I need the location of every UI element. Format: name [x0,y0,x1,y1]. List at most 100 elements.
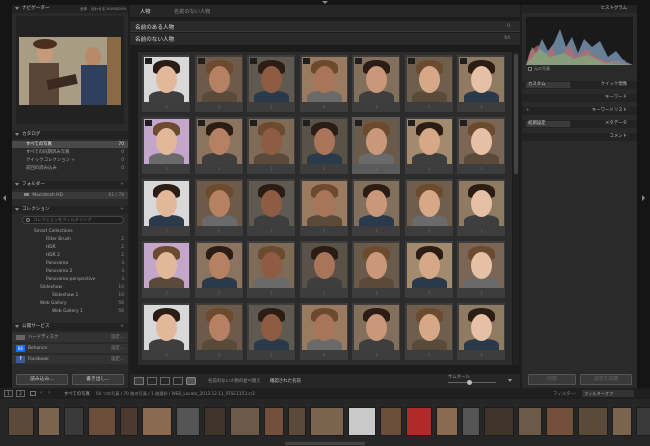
face-cell[interactable]: ? [194,303,244,361]
page-2-button[interactable]: 2 [16,390,25,397]
face-cell[interactable]: ? [247,55,296,113]
face-name-field[interactable]: ? [247,352,296,359]
unnamed-people-header[interactable]: 名前のない人物 64 [130,33,520,45]
face-name-field[interactable]: ? [195,104,244,111]
thumbnail-size-slider[interactable] [448,382,496,383]
face-cell[interactable]: ? [247,303,296,361]
face-cell[interactable]: ? [352,117,401,175]
face-name-field[interactable]: ? [457,166,506,173]
collection-item[interactable]: Slideshow 1 16 [12,292,128,299]
add-collection-icon[interactable]: + [120,206,124,214]
export-button[interactable]: 書き出し... [72,374,124,385]
filmstrip-thumbnail[interactable] [64,407,84,436]
navigator-preview[interactable] [16,16,124,124]
quick-develop-header[interactable]: カスタム クイック現像 [522,81,637,89]
face-name-field[interactable]: ? [300,290,349,297]
face-name-field[interactable]: ? [405,352,454,359]
catalog-item-synced[interactable]: すべての同期済み写真 0 [12,149,128,156]
add-folder-icon[interactable]: + [120,181,124,189]
face-name-field[interactable]: ? [247,104,296,111]
filmstrip-thumbnail[interactable] [348,407,376,436]
catalog-item-all-photos[interactable]: すべての写真 70 [12,141,128,148]
nav-mode-300[interactable]: 300% [116,5,126,13]
loupe-view-icon[interactable] [147,377,157,385]
collection-item[interactable]: Panorama 3 [12,260,128,267]
publish-hard-disk[interactable]: ハードディスク 設定... [12,333,128,342]
collection-item[interactable]: HDR 2 [12,244,128,251]
face-cell[interactable]: ? [352,55,401,113]
chevron-right-icon[interactable] [642,195,645,201]
face-cell[interactable]: ? [404,303,454,361]
face-name-field[interactable]: ? [457,104,506,111]
face-name-field[interactable]: ? [300,104,349,111]
collection-item[interactable]: Web Gallery 1 56 [12,308,128,315]
filmstrip-thumbnail[interactable] [462,407,480,436]
collection-set-smart[interactable]: Smart Collections [12,228,128,235]
face-cell[interactable]: ? [404,179,454,237]
catalog-item-quick-collection[interactable]: クイックコレクション + 0 [12,157,128,164]
face-cell[interactable]: ? [194,179,244,237]
navigator-header[interactable]: ナビゲーター 全体 合わせる 100% 300% [12,5,128,13]
filmstrip-thumbnail[interactable] [88,407,116,436]
face-cell[interactable]: ? [404,241,454,299]
keywording-header[interactable]: キーワード [522,94,637,102]
filmstrip-thumbnail[interactable] [142,407,172,436]
face-name-field[interactable]: ? [300,352,349,359]
face-name-field[interactable]: ? [142,290,191,297]
metadata-preset-select[interactable]: 初期設定 [526,121,570,127]
nav-mode-fill[interactable]: 合わせる [91,5,105,13]
face-cell[interactable]: ? [142,303,191,361]
face-cell[interactable]: ? [457,241,506,299]
face-name-field[interactable]: ? [457,290,506,297]
filmstrip-scrollbar[interactable] [285,442,365,445]
filmstrip-thumbnail[interactable] [518,407,542,436]
catalog-header[interactable]: カタログ [12,131,128,139]
face-name-field[interactable]: ? [352,352,401,359]
filter-select[interactable]: フィルターオフ [582,390,634,397]
face-name-field[interactable]: ? [142,352,191,359]
face-name-field[interactable]: ? [195,228,244,235]
filmstrip-thumbnail[interactable] [636,407,650,436]
histogram[interactable] [526,17,633,65]
compare-view-icon[interactable] [160,377,170,385]
face-cell[interactable]: ? [247,241,296,299]
filmstrip-thumbnail[interactable] [406,407,432,436]
face-cell[interactable]: ? [247,117,296,175]
import-button[interactable]: 読み込み... [16,374,68,385]
collections-header[interactable]: コレクション + [12,206,128,214]
face-name-field[interactable]: ? [352,166,401,173]
face-cell[interactable]: ? [352,241,401,299]
face-name-field[interactable]: ? [300,166,349,173]
face-name-field[interactable]: ? [457,352,506,359]
chevron-left-icon[interactable] [3,195,6,201]
filmstrip-thumbnail[interactable] [612,407,632,436]
face-cell[interactable]: ? [457,303,506,361]
chevron-down-icon[interactable] [508,379,512,382]
add-keyword-icon[interactable]: + [526,107,530,115]
filmstrip-thumbnail[interactable] [288,407,306,436]
face-name-field[interactable]: ? [457,228,506,235]
face-cell[interactable]: ? [142,241,191,299]
face-cell[interactable]: ? [194,117,244,175]
filmstrip-thumbnail[interactable] [578,407,608,436]
filmstrip-thumbnail[interactable] [176,407,200,436]
publish-facebook[interactable]: f Facebook 設定... [12,355,128,364]
filmstrip-path[interactable]: すべての写真 [64,391,90,397]
collection-item[interactable]: Slideshow 10 [12,284,128,291]
left-edge-bar[interactable] [0,5,12,388]
face-cell[interactable]: ? [404,55,454,113]
face-cell[interactable]: ? [352,303,401,361]
filmstrip-thumbnail[interactable] [230,407,260,436]
forward-arrow-icon[interactable]: › [48,390,50,396]
survey-view-icon[interactable] [173,377,183,385]
filmstrip-thumbnail[interactable] [484,407,514,436]
collection-item[interactable]: HDR 2 2 [12,252,128,259]
face-name-field[interactable]: ? [195,290,244,297]
slider-handle[interactable] [467,380,472,385]
catalog-item-previous-import[interactable]: 前回の読み込み 0 [12,165,128,172]
publish-setup-link[interactable]: 設定... [111,355,124,364]
face-cell[interactable]: ? [194,55,244,113]
sort-select[interactable]: 確認された名前 [270,378,301,384]
filmstrip-thumbnail[interactable] [38,407,60,436]
metadata-header[interactable]: 初期設定 メタデータ [522,120,637,128]
